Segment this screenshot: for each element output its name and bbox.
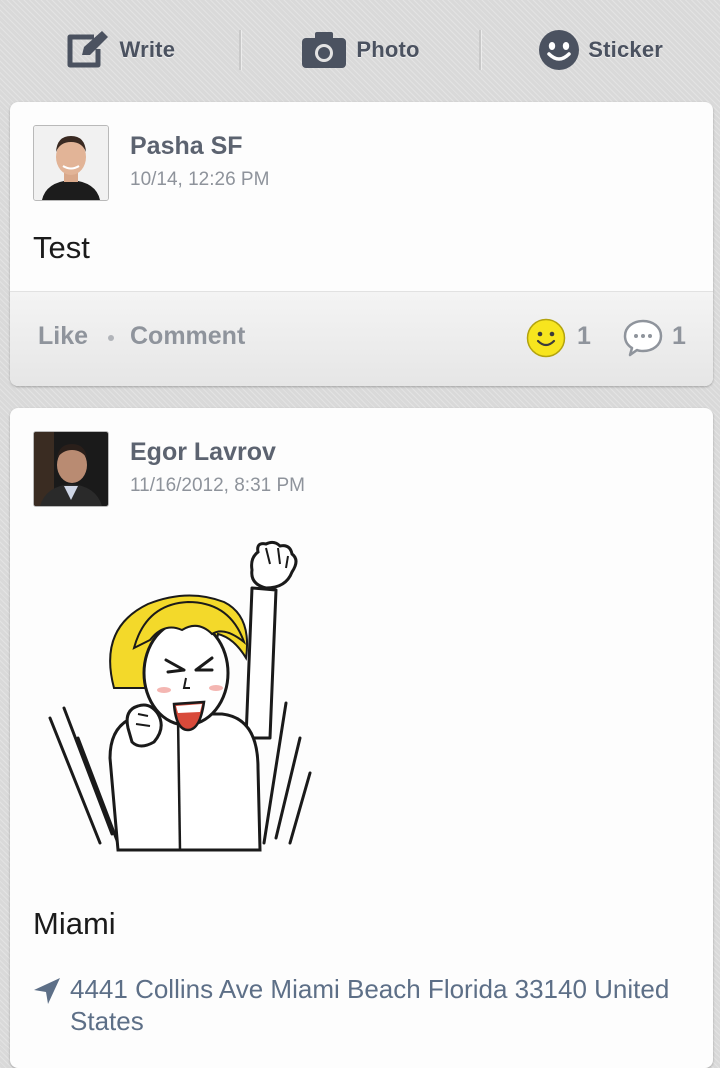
separator-dot (108, 335, 114, 341)
author-name[interactable]: Egor Lavrov (130, 438, 276, 467)
avatar-photo (34, 126, 108, 200)
post-actions-bar: Like Comment 1 1 (10, 291, 713, 386)
sticker-icon (539, 30, 580, 70)
post-card: Pasha SF 10/14, 12:26 PM Test Like Comme… (10, 102, 713, 386)
sticker-label: Sticker (588, 37, 664, 62)
photo-label: Photo (356, 37, 420, 62)
post-card: Egor Lavrov 11/16/2012, 8:31 PM Miami 44… (10, 408, 713, 1068)
photo-button[interactable]: Photo (241, 0, 480, 100)
like-button[interactable]: Like (38, 322, 88, 351)
sticker-button[interactable]: Sticker (481, 0, 720, 100)
post-text: Test (33, 230, 90, 265)
write-icon (67, 31, 108, 68)
composer-toolbar: Write Photo Sticker (0, 0, 720, 100)
comment-button[interactable]: Comment (130, 322, 245, 351)
location-arrow-icon (34, 978, 60, 1004)
comment-count: 1 (672, 322, 686, 350)
post-timestamp: 10/14, 12:26 PM (130, 169, 270, 190)
post-text: Miami (33, 906, 116, 941)
reaction-count: 1 (577, 322, 591, 350)
avatar-photo (34, 432, 108, 506)
author-name[interactable]: Pasha SF (130, 132, 243, 161)
write-button[interactable]: Write (0, 0, 239, 100)
location-link[interactable]: 4441 Collins Ave Miami Beach Florida 331… (70, 973, 690, 1037)
sticker-image[interactable] (38, 538, 328, 858)
write-label: Write (119, 37, 176, 62)
post-timestamp: 11/16/2012, 8:31 PM (130, 475, 305, 496)
comment-bubble-icon[interactable] (622, 318, 664, 358)
smiley-reaction-icon[interactable] (526, 318, 566, 358)
avatar[interactable] (33, 125, 109, 201)
avatar[interactable] (33, 431, 109, 507)
camera-icon (302, 32, 347, 68)
